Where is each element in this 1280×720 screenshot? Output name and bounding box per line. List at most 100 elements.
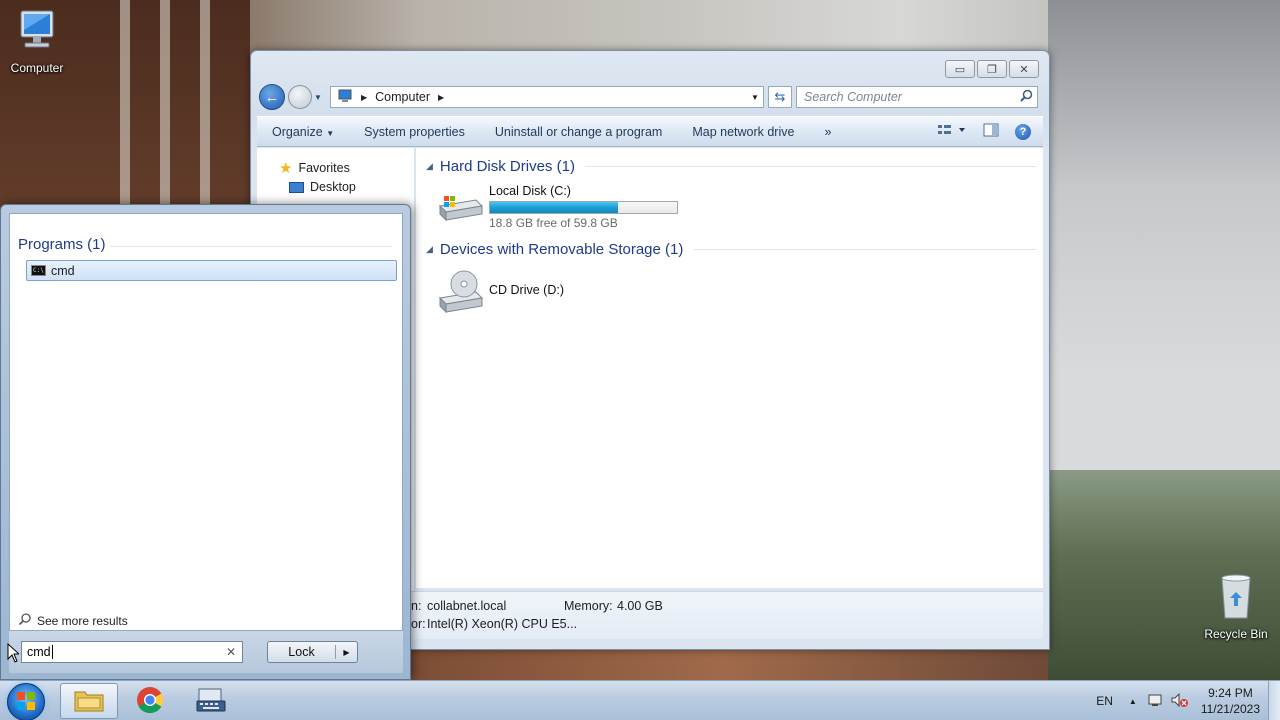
start-search-value: cmd — [27, 645, 51, 659]
see-more-results-link[interactable]: See more results — [18, 612, 128, 629]
processor-label: or: — [411, 617, 426, 631]
navigation-bar: ← ▼ ▶ Computer ▶ ▼ ⇆ Search Computer — [259, 83, 1043, 111]
folder-icon — [73, 687, 105, 716]
drive-free-space: 18.8 GB free of 59.8 GB — [489, 216, 618, 230]
maximize-button[interactable]: ❐ — [977, 60, 1007, 78]
nav-desktop[interactable]: Desktop — [289, 180, 356, 194]
group-header-hard-disk-drives[interactable]: ◢ Hard Disk Drives (1) — [426, 158, 1036, 175]
refresh-button[interactable]: ⇆ — [768, 86, 792, 108]
address-dropdown-icon[interactable]: ▼ — [747, 93, 763, 102]
details-pane: n: collabnet.local Memory: 4.00 GB or: I… — [411, 591, 1043, 639]
action-center-icon[interactable] — [1147, 693, 1163, 710]
star-icon: ★ — [279, 160, 293, 177]
desktop-recycle-bin-label: Recycle Bin — [1204, 627, 1268, 641]
windows-logo-icon — [16, 691, 36, 714]
power-options-arrow-icon[interactable]: ▶ — [336, 648, 357, 657]
organize-label: Organize — [272, 124, 323, 139]
group-header-label: Hard Disk Drives (1) — [439, 158, 575, 175]
taskbar-google-chrome[interactable] — [121, 683, 179, 719]
language-indicator[interactable]: EN — [1096, 694, 1113, 708]
search-box[interactable]: Search Computer — [796, 86, 1038, 108]
breadcrumb-separator-icon[interactable]: ▶ — [438, 93, 444, 102]
nav-favorites-label: Favorites — [298, 161, 350, 175]
result-cmd[interactable]: C:\ cmd — [26, 260, 397, 281]
desktop-folder-icon — [289, 181, 304, 193]
help-icon[interactable]: ? — [1015, 123, 1031, 140]
domain-value: collabnet.local — [427, 599, 507, 613]
taskbar-windows-explorer[interactable] — [60, 683, 118, 719]
close-icon: ✕ — [1019, 63, 1029, 76]
view-controls: ? — [937, 123, 1043, 140]
wallpaper-floor — [400, 648, 1048, 680]
recent-pages-button[interactable]: ▼ — [314, 93, 324, 102]
desktop-computer-icon[interactable]: Computer — [1, 8, 73, 75]
taskbar: EN ▲ 9:24 PM 11/21/2023 — [0, 680, 1280, 720]
start-menu-footer: cmd ✕ Lock ▶ — [9, 630, 403, 673]
lock-button[interactable]: Lock ▶ — [267, 641, 358, 663]
refresh-icon: ⇆ — [774, 89, 786, 104]
drive-usage-fill — [490, 202, 619, 213]
search-icon — [1020, 89, 1033, 105]
close-button[interactable]: ✕ — [1009, 60, 1039, 78]
show-desktop-button[interactable] — [1268, 681, 1280, 720]
memory-label: Memory: — [564, 599, 613, 613]
group-divider — [693, 249, 1036, 250]
more-commands-button[interactable]: » — [809, 125, 846, 139]
drive-name: CD Drive (D:) — [489, 283, 564, 297]
collapse-triangle-icon: ◢ — [426, 244, 433, 254]
organize-menu[interactable]: Organize ▼ — [257, 125, 349, 139]
search-icon — [18, 612, 32, 629]
see-more-label: See more results — [37, 613, 128, 628]
uninstall-program-button[interactable]: Uninstall or change a program — [480, 125, 677, 139]
volume-muted-icon[interactable] — [1171, 692, 1189, 710]
wallpaper-sky — [1048, 0, 1280, 470]
back-button[interactable]: ← — [259, 84, 285, 110]
change-view-button[interactable] — [937, 124, 967, 139]
system-properties-button[interactable]: System properties — [349, 125, 480, 139]
clock-date: 11/21/2023 — [1200, 702, 1260, 716]
content-pane: ◢ Hard Disk Drives (1) Local Disk (C:) 1… — [416, 148, 1043, 588]
forward-button[interactable] — [288, 85, 312, 109]
map-network-drive-button[interactable]: Map network drive — [677, 125, 809, 139]
chevron-down-icon: ▼ — [326, 128, 335, 138]
start-menu-results-pane: Programs (1) C:\ cmd See more results — [9, 213, 403, 673]
minimize-button[interactable]: ▭ — [945, 60, 975, 78]
processor-value: Intel(R) Xeon(R) CPU E5... — [427, 617, 578, 631]
collapse-triangle-icon: ◢ — [426, 161, 433, 171]
memory-value: 4.00 GB — [617, 599, 663, 613]
nav-desktop-label: Desktop — [310, 180, 356, 194]
breadcrumb-separator-icon[interactable]: ▶ — [361, 93, 367, 102]
window-controls: ▭ ❐ ✕ — [945, 60, 1039, 78]
taskbar-on-screen-keyboard[interactable] — [182, 683, 240, 719]
text-caret — [51, 645, 53, 659]
start-menu: Programs (1) C:\ cmd See more results cm… — [0, 204, 411, 680]
nav-favorites[interactable]: ★ Favorites — [279, 159, 350, 177]
computer-small-icon — [337, 89, 353, 106]
show-hidden-icons-icon[interactable]: ▲ — [1129, 697, 1137, 706]
programs-divider — [110, 246, 392, 247]
group-header-removable-storage[interactable]: ◢ Devices with Removable Storage (1) — [426, 241, 1036, 258]
drive-usage-bar — [489, 201, 678, 214]
back-arrow-icon: ← — [264, 88, 280, 106]
start-button[interactable] — [7, 683, 45, 720]
hard-drive-icon — [436, 192, 484, 225]
command-bar: Organize ▼ System properties Uninstall o… — [257, 116, 1043, 147]
clock[interactable]: 9:24 PM 11/21/2023 — [1201, 685, 1260, 717]
search-placeholder: Search Computer — [804, 90, 902, 104]
breadcrumb-computer[interactable]: Computer — [375, 90, 430, 104]
chevron-down-icon: ▼ — [314, 92, 322, 102]
clock-time: 9:24 PM — [1208, 686, 1253, 700]
clear-search-icon[interactable]: ✕ — [226, 645, 236, 659]
restore-icon: ❐ — [987, 63, 997, 76]
command-prompt-icon: C:\ — [31, 265, 46, 276]
desktop-recycle-bin-icon[interactable]: Recycle Bin — [1200, 572, 1272, 641]
address-bar[interactable]: ▶ Computer ▶ ▼ — [330, 86, 764, 108]
drive-name: Local Disk (C:) — [489, 184, 571, 198]
recycle-bin-icon — [1200, 572, 1272, 623]
preview-pane-button[interactable] — [983, 123, 999, 140]
desktop-computer-label: Computer — [10, 61, 64, 75]
programs-header[interactable]: Programs (1) — [18, 236, 106, 253]
group-divider — [584, 166, 1036, 167]
system-tray: EN ▲ 9:24 PM 11/21/2023 — [1096, 681, 1280, 720]
start-search-input[interactable]: cmd ✕ — [21, 641, 243, 663]
